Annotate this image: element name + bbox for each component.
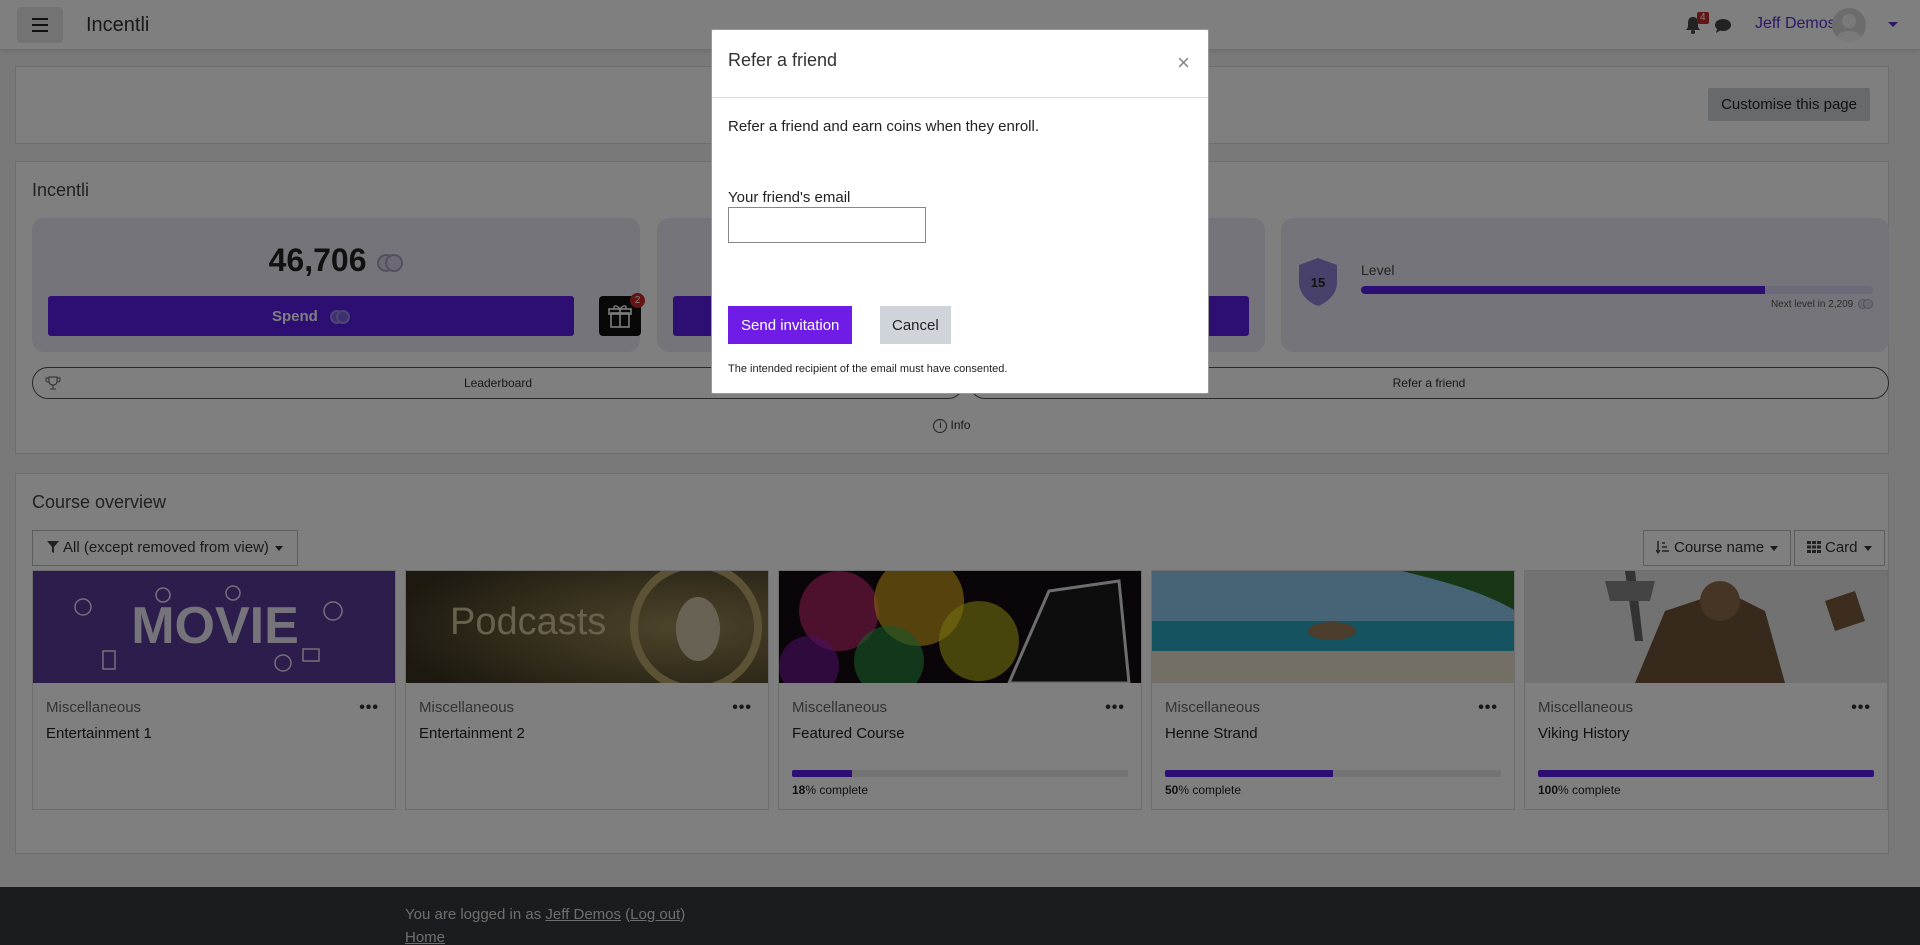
modal-title: Refer a friend <box>728 50 838 70</box>
email-field-label: Your friend's email <box>728 189 851 206</box>
refer-friend-modal: Refer a friend × Refer a friend and earn… <box>711 29 1209 394</box>
modal-intro-text: Refer a friend and earn coins when they … <box>728 118 1040 135</box>
send-invitation-button[interactable]: Send invitation <box>728 306 853 344</box>
consent-note: The intended recipient of the email must… <box>728 363 1008 375</box>
friend-email-field[interactable] <box>728 207 926 243</box>
modal-header: Refer a friend × <box>712 30 1208 98</box>
cancel-button[interactable]: Cancel <box>880 306 951 344</box>
close-icon[interactable]: × <box>1177 52 1190 74</box>
